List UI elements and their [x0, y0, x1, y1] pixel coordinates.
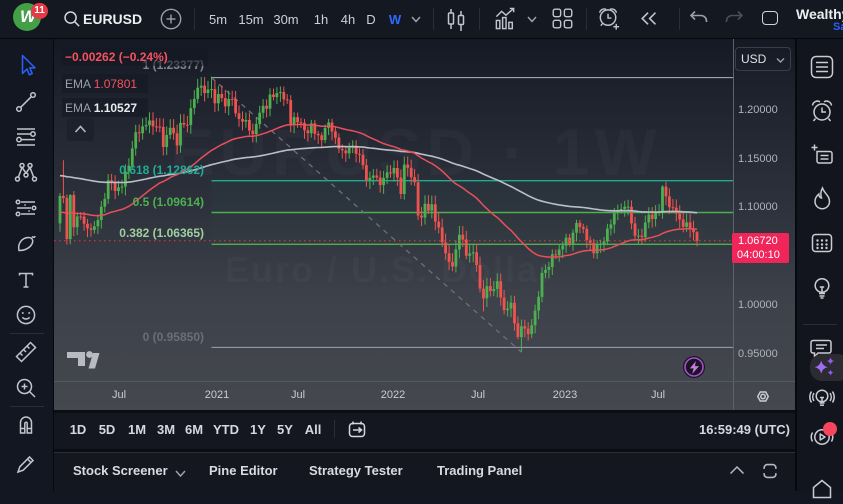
svg-text:Euro / U.S. Dollar: Euro / U.S. Dollar: [225, 249, 555, 290]
